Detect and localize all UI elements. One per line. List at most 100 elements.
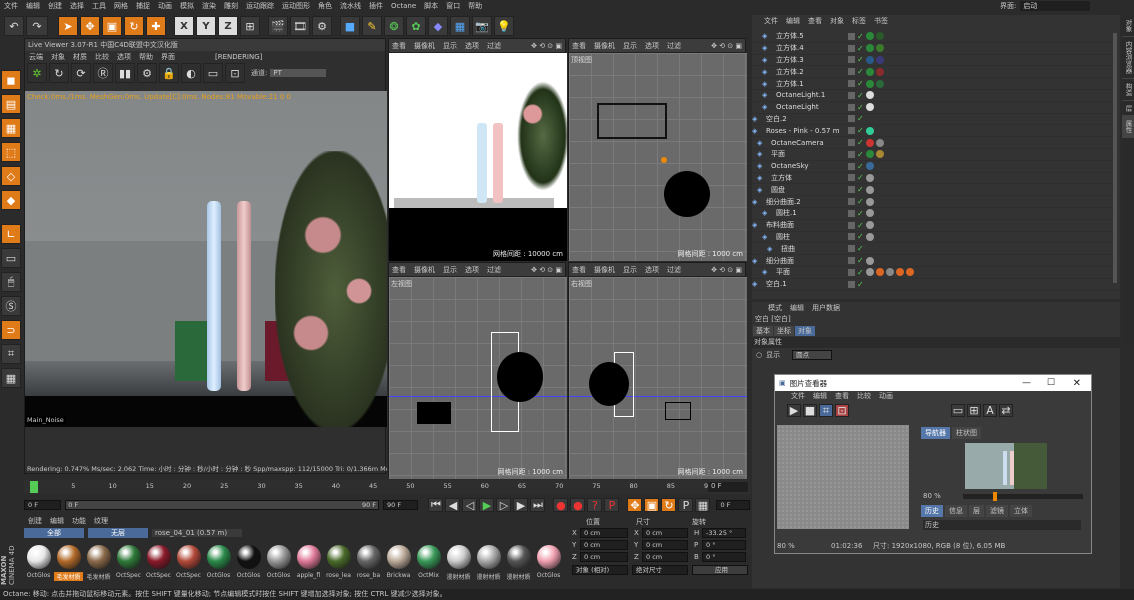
enable-checkmark-icon[interactable]: ✓ (857, 55, 864, 64)
key-scale-icon[interactable]: ▣ (644, 498, 660, 512)
enable-checkmark-icon[interactable]: ✓ (857, 44, 864, 53)
object-name[interactable]: 立方体.2 (776, 67, 848, 77)
layout-value[interactable]: 启动 (1020, 1, 1091, 11)
object-row[interactable]: ◈ OctaneLight.1 ✓ (752, 90, 1120, 102)
object-tag-icon[interactable] (875, 79, 884, 88)
object-row[interactable]: ◈ 空白.2 ✓ (752, 114, 1120, 126)
size-mode-select[interactable]: 绝对尺寸 (632, 565, 688, 575)
object-tag-icon[interactable] (875, 150, 884, 159)
object-row[interactable]: ◈ OctaneLight ✓ (752, 102, 1120, 114)
viewport-left[interactable]: 查看 摄像机 显示 选项 过滤 ✥ ⟲ ⊙ ▣ 左视图 网格间距 : 1000 cm (388, 262, 567, 479)
pv-zoom-slider[interactable] (963, 491, 1083, 501)
size-field[interactable]: 0 cm (642, 528, 688, 538)
pv-render-icon[interactable]: ▶ (787, 404, 801, 417)
material-swatch[interactable]: 毛发材质 (54, 542, 83, 584)
last-tool-icon[interactable]: ✚ (146, 16, 166, 36)
enable-checkmark-icon[interactable]: ✓ (857, 32, 864, 41)
pv-menu-item[interactable]: 动画 (875, 391, 897, 402)
viewport-menu-item[interactable]: 过滤 (667, 41, 681, 51)
object-row[interactable]: ◈ 平面 ✓ (752, 149, 1120, 161)
pv-stop-icon[interactable]: ■ (803, 404, 817, 417)
select-tool-icon[interactable]: ➤ (58, 16, 78, 36)
material-menu-item[interactable]: 纹理 (90, 516, 112, 527)
film-icon[interactable]: ▭ (203, 63, 223, 83)
object-row[interactable]: ◈ OctaneSky ✓ (752, 161, 1120, 173)
zoom-icon[interactable]: ⊡ (225, 63, 245, 83)
object-row[interactable]: ◈ 布料曲面 ✓ (752, 220, 1120, 232)
object-name[interactable]: 圆盘 (771, 185, 848, 195)
main-menu-item[interactable]: 编辑 (22, 1, 44, 12)
enable-checkmark-icon[interactable]: ✓ (857, 150, 864, 159)
octane-logo-icon[interactable]: ✲ (27, 63, 47, 83)
object-name[interactable]: 细分曲面 (766, 256, 848, 266)
visibility-toggle[interactable] (848, 221, 855, 229)
material-swatch[interactable]: 漫射材质 (504, 542, 533, 584)
attribute-tab[interactable]: 坐标 (774, 325, 794, 336)
visibility-toggle[interactable] (848, 174, 855, 182)
pv-bottom-tab[interactable]: 信息 (945, 505, 967, 517)
redo-icon[interactable]: ↷ (26, 16, 48, 36)
keyframe-selection-icon[interactable]: ? (587, 498, 603, 512)
viewport-menu-item[interactable]: 选项 (465, 41, 479, 51)
live-viewer-menu-item[interactable]: 帮助 (135, 52, 157, 63)
enable-checkmark-icon[interactable]: ✓ (857, 103, 864, 112)
enable-checkmark-icon[interactable]: ✓ (857, 280, 864, 289)
viewport-nav-icons[interactable]: ✥ ⟲ ⊙ ▣ (531, 266, 562, 274)
main-menu-item[interactable]: 工具 (88, 1, 110, 12)
move-tool-icon[interactable]: ✥ (80, 16, 100, 36)
object-manager-scrollbar[interactable] (1113, 33, 1117, 283)
visibility-toggle[interactable] (848, 68, 855, 76)
object-tag-icon[interactable] (885, 268, 894, 277)
object-row[interactable]: ◈ 圆盘 ✓ (752, 184, 1120, 197)
range-slider[interactable]: 0 F 90 F (65, 500, 380, 510)
live-viewer-menu-item[interactable]: 界面 (157, 52, 179, 63)
object-tag-icon[interactable] (865, 256, 874, 265)
object-tag-icon[interactable] (865, 221, 874, 230)
main-menu-item[interactable]: 运动图形 (278, 1, 314, 12)
material-swatch[interactable]: 毛发材质 (84, 542, 113, 584)
snap-icon[interactable]: Ⓢ (1, 296, 21, 316)
material-swatch[interactable]: apple_fl (294, 542, 323, 584)
key-param-icon[interactable]: P (678, 498, 694, 512)
object-name[interactable]: 空白.1 (766, 279, 848, 289)
enable-checkmark-icon[interactable]: ✓ (857, 162, 864, 171)
filter-rose[interactable]: rose_04_01 (0.57 m) (152, 529, 242, 537)
pv-ab-icon[interactable]: A (983, 404, 997, 417)
viewport-menu-item[interactable]: 显示 (623, 41, 637, 51)
magnet-icon[interactable]: ⊃ (1, 320, 21, 340)
pv-menu-item[interactable]: 编辑 (809, 391, 831, 402)
viewport-menu-item[interactable]: 选项 (645, 41, 659, 51)
size-field[interactable]: 0 cm (642, 552, 688, 562)
object-row[interactable]: ◈ 细分曲面 ✓ (752, 255, 1120, 267)
pv-swap-icon[interactable]: ⇄ (999, 404, 1013, 417)
object-row[interactable]: ◈ Roses - Pink - 0.57 m ✓ (752, 125, 1120, 138)
radio-icon[interactable]: ○ (756, 351, 762, 359)
material-swatch[interactable]: OctGlos (264, 542, 293, 584)
enable-checkmark-icon[interactable]: ✓ (857, 244, 864, 253)
main-menu-item[interactable]: 雕刻 (220, 1, 242, 12)
object-tag-icon[interactable] (865, 209, 874, 218)
visibility-toggle[interactable] (848, 186, 855, 194)
region-render-icon[interactable]: ⟳ (71, 63, 91, 83)
render-settings-icon[interactable]: ⚙ (312, 16, 332, 36)
object-tag-icon[interactable] (865, 232, 874, 241)
material-swatch[interactable]: OctSpec (174, 542, 203, 584)
enable-checkmark-icon[interactable]: ✓ (857, 209, 864, 218)
rotation-field[interactable]: 0 ° (702, 540, 746, 550)
main-menu-item[interactable]: Octane (387, 1, 420, 12)
object-name[interactable]: OctaneLight (776, 103, 848, 111)
playhead[interactable] (30, 481, 38, 493)
object-name[interactable]: 圆柱 (776, 232, 848, 242)
object-tag-icon[interactable] (865, 197, 874, 206)
material-swatch[interactable]: 漫射材质 (444, 542, 473, 584)
prev-key-icon[interactable]: ◀ (445, 498, 461, 512)
viewport-menu-item[interactable]: 显示 (623, 265, 637, 275)
object-row[interactable]: ◈ 平面 ✓ (752, 267, 1120, 279)
viewport-menu-item[interactable]: 摄像机 (594, 265, 615, 275)
light-icon[interactable]: 💡 (494, 16, 514, 36)
enable-checkmark-icon[interactable]: ✓ (857, 268, 864, 277)
object-tag-icon[interactable] (865, 55, 874, 64)
fps-field[interactable]: 0 F (716, 500, 751, 510)
material-swatch[interactable]: OctGlos (204, 542, 233, 584)
enable-checkmark-icon[interactable]: ✓ (857, 114, 864, 123)
